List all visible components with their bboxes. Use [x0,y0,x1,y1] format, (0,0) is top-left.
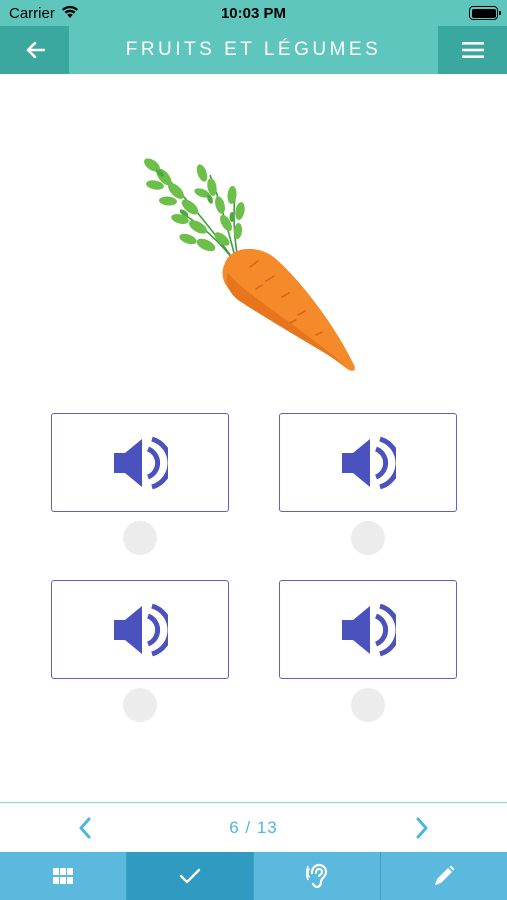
answer-option-3[interactable] [51,580,229,679]
speaker-icon [342,436,396,489]
answer-radio-4[interactable] [351,688,385,722]
carrot-image [144,158,355,371]
pager: 6 / 13 [0,802,507,852]
tab-grid[interactable] [0,852,127,900]
answer-option-4[interactable] [279,580,457,679]
arrow-left-icon [26,41,45,59]
hamburger-menu-icon [461,42,484,58]
tab-check[interactable] [127,852,254,900]
status-bar: Carrier 10:03 PM [0,0,507,26]
answer-radio-2[interactable] [351,521,385,555]
chevron-right-icon [416,817,428,839]
answer-radio-3[interactable] [123,688,157,722]
answer-option-2[interactable] [279,413,457,512]
menu-button[interactable] [438,26,507,74]
tab-listen[interactable] [254,852,381,900]
answer-option-1[interactable] [51,413,229,512]
bottom-tab-bar [0,852,507,900]
header: FRUITS ET LÉGUMES [0,26,507,74]
status-time: 10:03 PM [220,5,287,22]
speaker-icon [342,603,396,656]
speaker-icon [114,603,168,656]
answer-radio-1[interactable] [123,521,157,555]
ear-icon [306,863,328,889]
speaker-icon [114,436,168,489]
check-icon [179,868,201,884]
page-title: FRUITS ET LÉGUMES [125,39,382,60]
next-button[interactable] [392,803,452,853]
pencil-icon [435,865,455,885]
grid-icon [53,868,73,884]
tab-edit[interactable] [381,852,507,900]
battery-icon [469,6,501,20]
back-button[interactable] [0,26,69,74]
